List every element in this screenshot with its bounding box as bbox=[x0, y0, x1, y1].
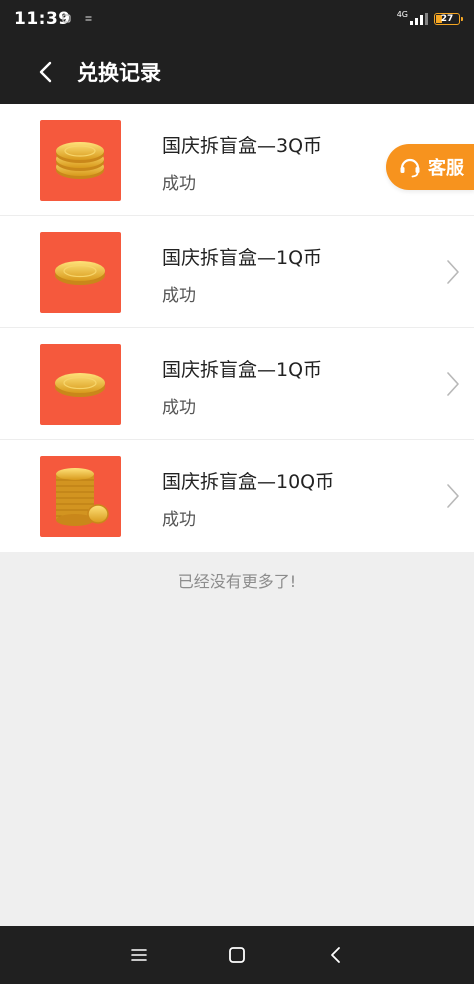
home-square-icon bbox=[229, 947, 245, 963]
menu-icon bbox=[131, 949, 147, 961]
app-header: 兑换记录 bbox=[0, 38, 474, 104]
customer-service-button[interactable]: 客服 bbox=[386, 144, 474, 190]
coin-tower-icon bbox=[40, 456, 121, 537]
back-button[interactable] bbox=[30, 55, 64, 89]
record-title: 国庆拆盲盒—1Q币 bbox=[162, 247, 323, 269]
chevron-right-icon bbox=[447, 260, 459, 284]
battery-level: 27 bbox=[440, 14, 454, 24]
chevron-right-icon bbox=[447, 372, 459, 396]
system-back-button[interactable] bbox=[326, 945, 346, 965]
notification-icon bbox=[62, 14, 71, 23]
record-title: 国庆拆盲盒—10Q币 bbox=[162, 471, 335, 493]
status-bar: 11:39 4G 27 bbox=[0, 0, 474, 38]
status-indicators: 4G 27 bbox=[396, 9, 463, 28]
network-type: 4G bbox=[396, 9, 408, 19]
coin-icon bbox=[40, 344, 121, 425]
record-status: 成功 bbox=[162, 174, 196, 194]
record-status: 成功 bbox=[162, 286, 196, 306]
service-label: 客服 bbox=[428, 158, 464, 179]
page-title: 兑换记录 bbox=[77, 61, 161, 85]
record-title: 国庆拆盲盒—1Q币 bbox=[162, 359, 323, 381]
record-status: 成功 bbox=[162, 398, 196, 418]
notification-icon bbox=[84, 14, 93, 23]
coin-icon bbox=[40, 232, 121, 313]
headset-icon bbox=[400, 158, 420, 178]
record-title: 国庆拆盲盒—3Q币 bbox=[162, 135, 323, 157]
chevron-right-icon bbox=[447, 484, 459, 508]
list-item[interactable]: 国庆拆盲盒—1Q币 成功 bbox=[0, 328, 474, 440]
system-nav-bar bbox=[0, 926, 474, 984]
signal-icon bbox=[410, 13, 428, 25]
coin-stack-icon bbox=[40, 120, 121, 201]
home-button[interactable] bbox=[227, 945, 247, 965]
back-triangle-icon bbox=[331, 947, 340, 963]
list-item[interactable]: 国庆拆盲盒—10Q币 成功 bbox=[0, 440, 474, 552]
list-item[interactable]: 国庆拆盲盒—1Q币 成功 bbox=[0, 216, 474, 328]
battery-icon: 27 bbox=[434, 13, 463, 25]
chevron-left-icon bbox=[39, 61, 52, 83]
menu-button[interactable] bbox=[129, 945, 149, 965]
no-more-text: 已经没有更多了! bbox=[177, 572, 297, 591]
record-status: 成功 bbox=[162, 510, 196, 530]
